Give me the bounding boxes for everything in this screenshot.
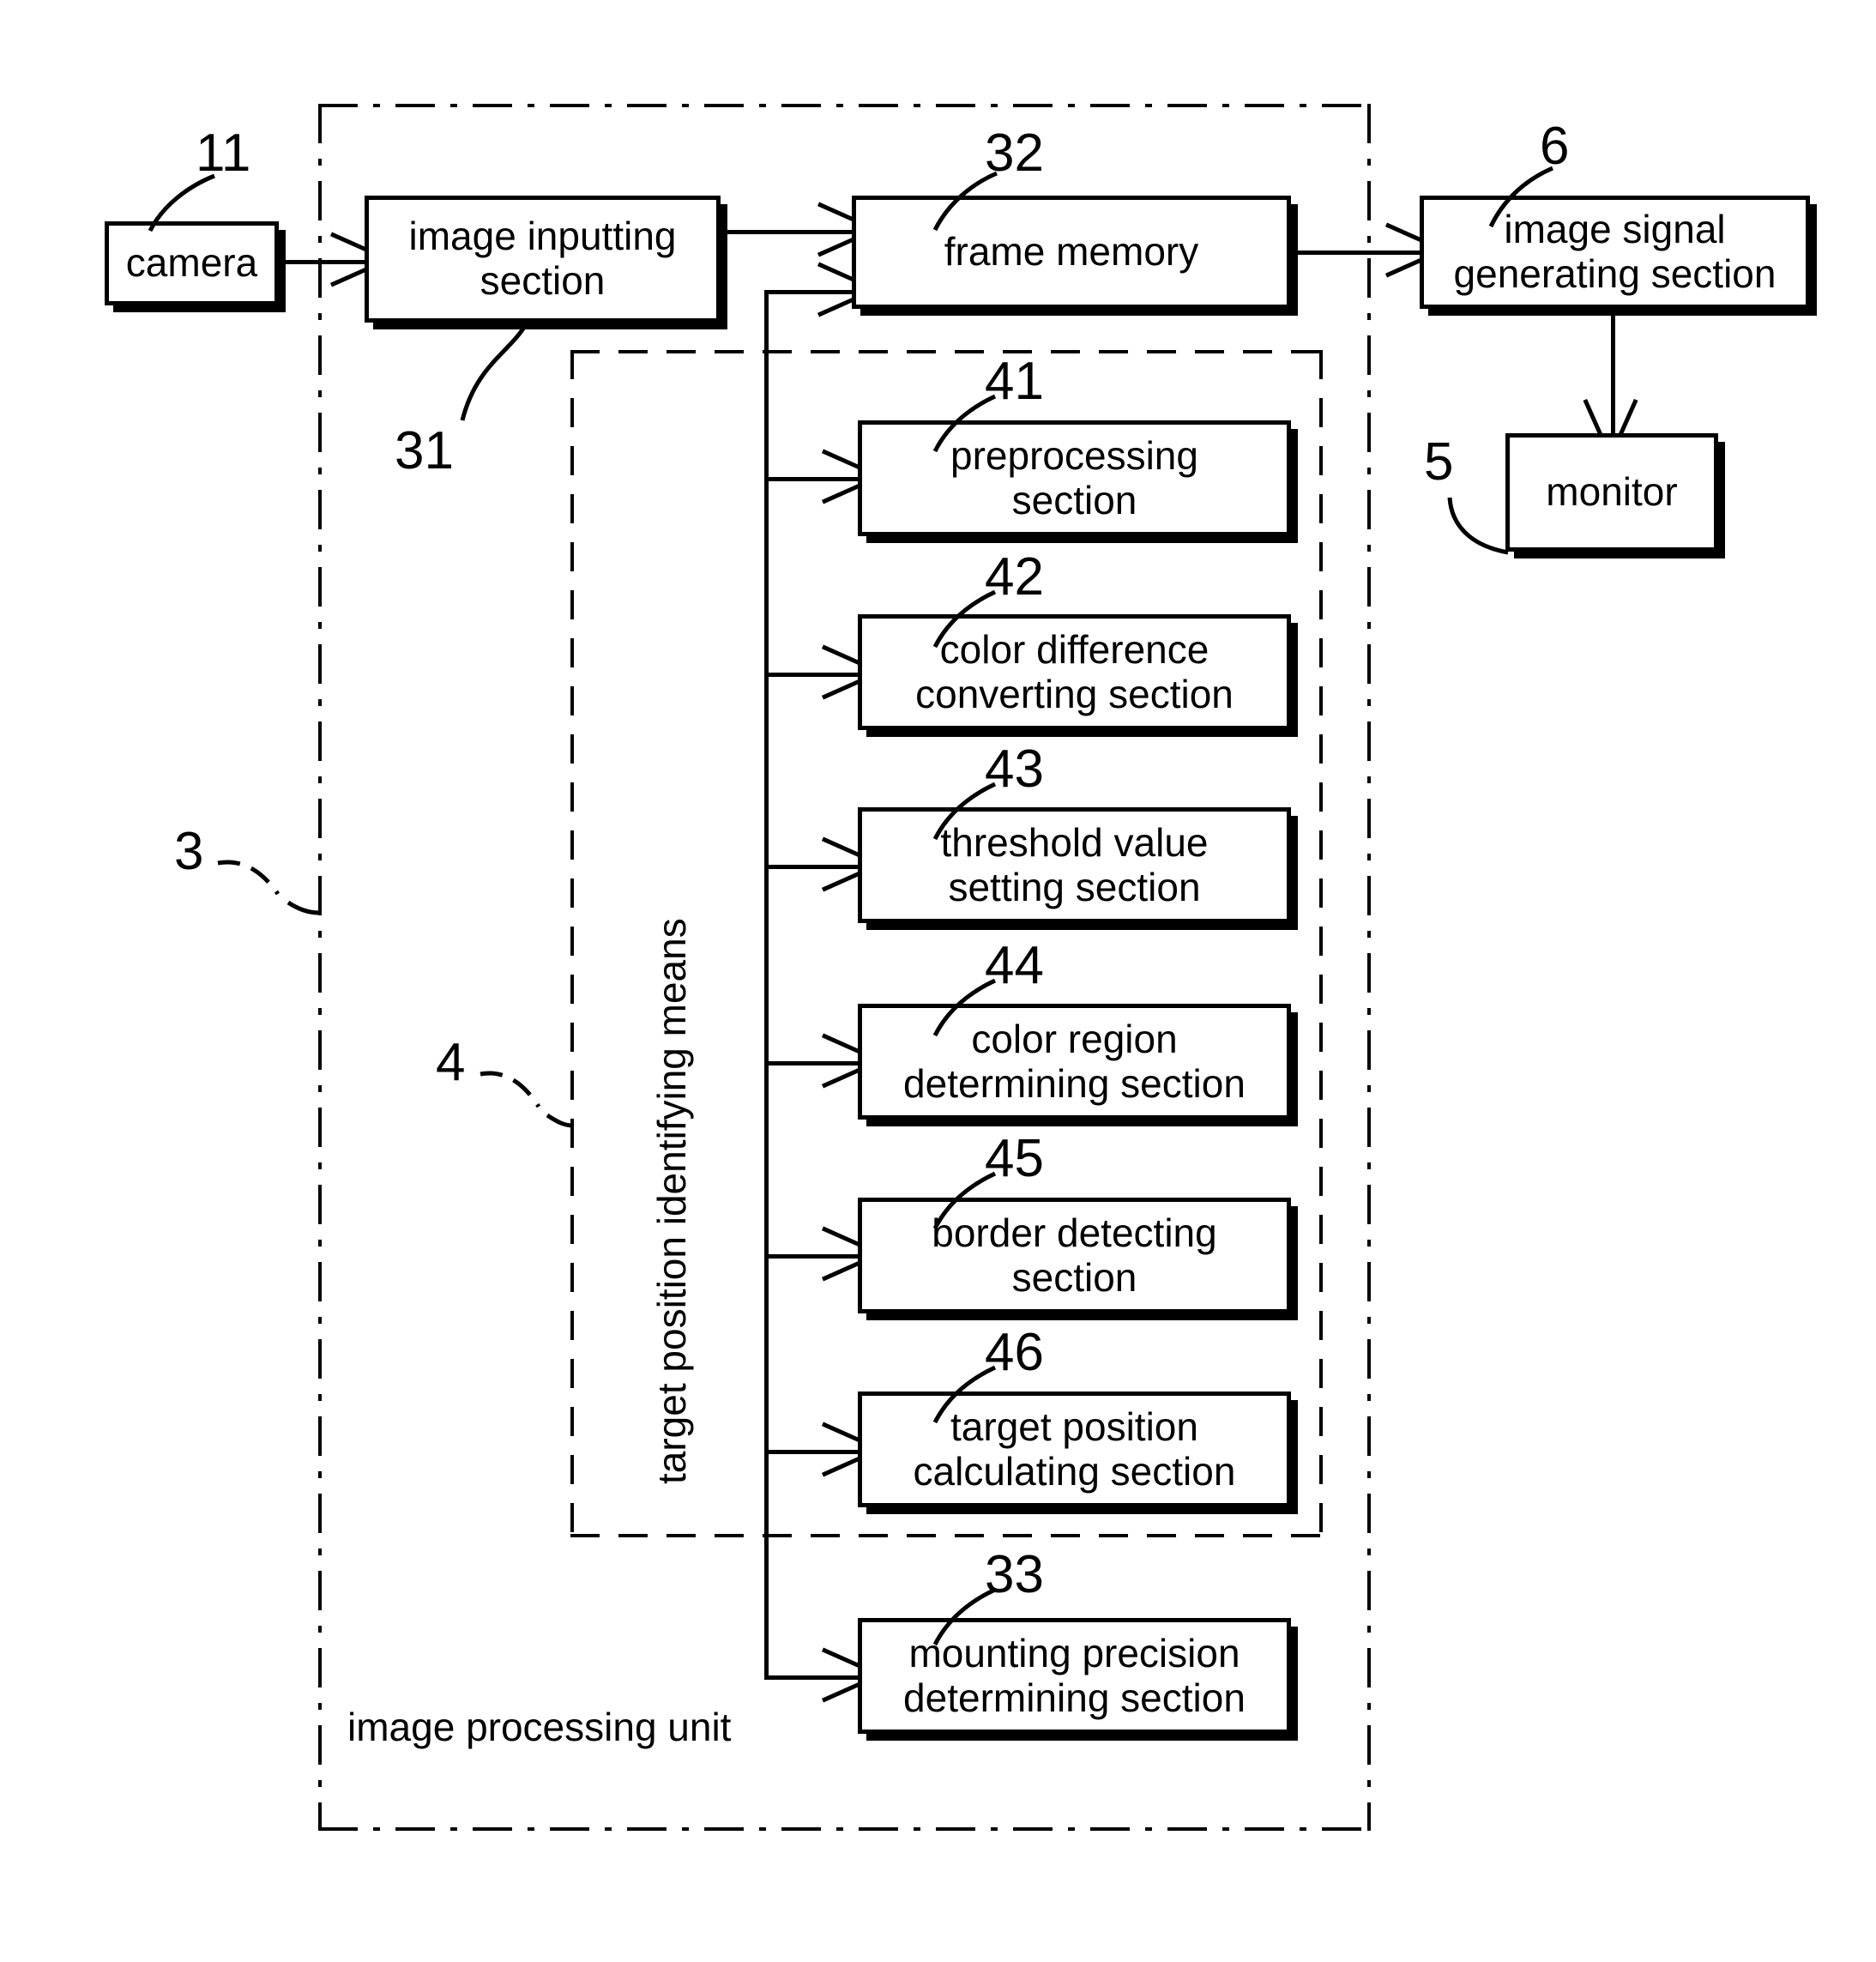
- leader-line-32: [909, 163, 1004, 236]
- caption-image-processing-unit: image processing unit: [347, 1705, 732, 1749]
- block-monitor-label: monitor: [1546, 469, 1678, 515]
- enclosure-unit-bottom-edge: [318, 1827, 1371, 1831]
- enclosure-means-bottom-edge: [570, 1534, 1323, 1537]
- block-camera-label: camera: [125, 240, 258, 286]
- arrow-into-monitor: [1592, 396, 1630, 432]
- enclosure-means-top-edge: [570, 350, 1323, 353]
- leader-line-33: [911, 1581, 1001, 1650]
- enclosure-means-left-edge: [570, 350, 574, 1537]
- leader-line-44: [911, 972, 1001, 1041]
- block-image-inputting-section-label: image inputting section: [374, 214, 711, 303]
- ref-numeral-4: 4: [436, 1033, 466, 1092]
- line-2: section: [480, 258, 606, 303]
- arrow-into-image-signal-generating: [1383, 232, 1419, 269]
- leader-line-46: [911, 1359, 1001, 1428]
- line-2: setting section: [948, 864, 1201, 909]
- arrow-into-border-detecting: [819, 1235, 855, 1273]
- leader-line-3: [216, 858, 323, 918]
- leader-line-42: [911, 583, 1001, 652]
- arrow-into-mounting-precision: [819, 1657, 855, 1694]
- line-2: section: [1011, 477, 1137, 522]
- block-image-inputting-section[interactable]: image inputting section: [365, 196, 721, 323]
- ref-numeral-5: 5: [1424, 432, 1454, 492]
- block-frame-memory-label: frame memory: [944, 229, 1199, 275]
- enclosure-means-right-edge: [1319, 350, 1323, 1537]
- leader-line-4: [479, 1069, 577, 1131]
- bus-vertical-main: [764, 290, 769, 1680]
- arrow-into-color-region: [819, 1042, 855, 1080]
- leader-line-43: [911, 776, 1001, 844]
- arrow-into-color-difference: [819, 654, 855, 691]
- line-2: determining section: [903, 1060, 1246, 1106]
- ref-numeral-31: 31: [395, 421, 454, 480]
- arrow-into-frame-memory-bottom: [815, 271, 851, 309]
- line-2: generating section: [1453, 251, 1776, 296]
- arrow-into-frame-memory-top: [815, 211, 851, 249]
- leader-line-41: [911, 388, 1001, 456]
- leader-line-45: [911, 1165, 1001, 1234]
- leader-line-6: [1467, 156, 1561, 233]
- arrow-into-target-position: [819, 1431, 855, 1469]
- caption-target-position-identifying-means: target position identifying means: [649, 918, 694, 1484]
- line-1: image inputting: [408, 214, 677, 259]
- block-monitor[interactable]: monitor: [1505, 433, 1718, 552]
- ref-numeral-3: 3: [174, 822, 204, 881]
- line-2: converting section: [915, 671, 1234, 716]
- arrow-into-preprocessing: [819, 458, 855, 496]
- leader-line-11: [129, 167, 223, 236]
- line-2: calculating section: [913, 1448, 1236, 1494]
- line-2: determining section: [903, 1675, 1246, 1720]
- figure-canvas: camera image inputting section frame mem…: [0, 0, 1876, 1962]
- leader-line-31: [425, 323, 536, 426]
- enclosure-unit-left-edge: [318, 104, 322, 1831]
- enclosure-unit-right-edge: [1367, 104, 1371, 1831]
- arrow-into-threshold-value: [819, 846, 855, 884]
- leader-line-5: [1446, 496, 1523, 564]
- enclosure-unit-top-edge: [318, 104, 1371, 107]
- arrow-into-image-inputting: [328, 241, 364, 279]
- line-2: section: [1011, 1254, 1137, 1300]
